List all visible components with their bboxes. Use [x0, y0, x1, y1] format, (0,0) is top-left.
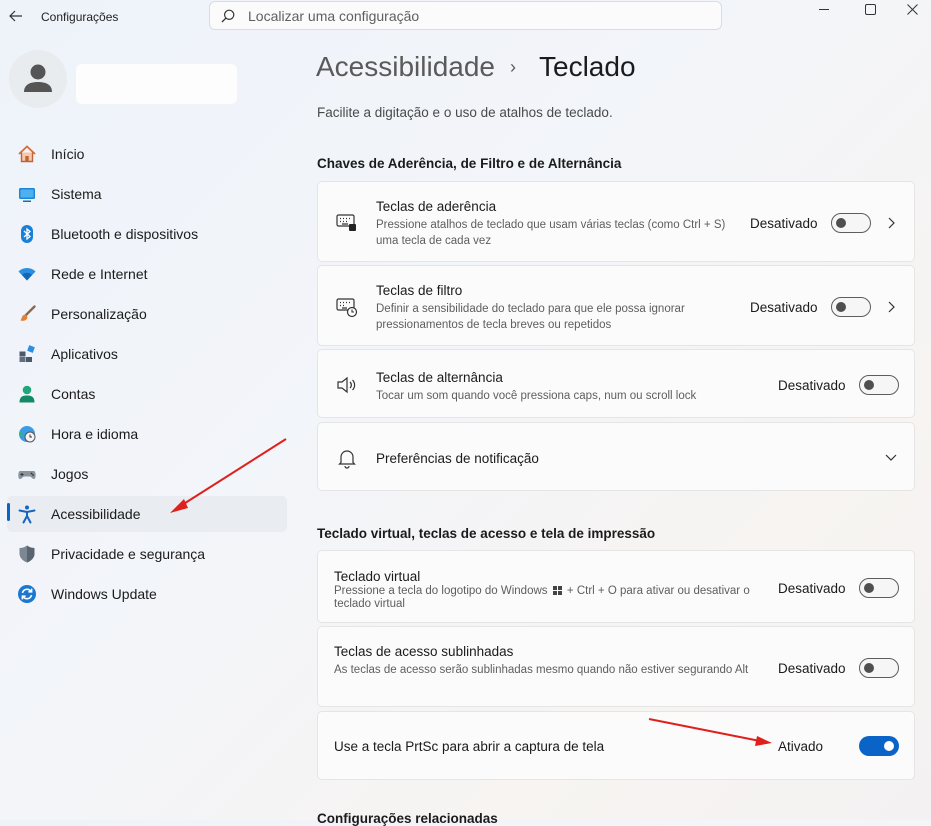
annotation-arrow [170, 438, 287, 513]
annotation-arrows [170, 438, 772, 746]
annotation-arrow [648, 718, 772, 746]
